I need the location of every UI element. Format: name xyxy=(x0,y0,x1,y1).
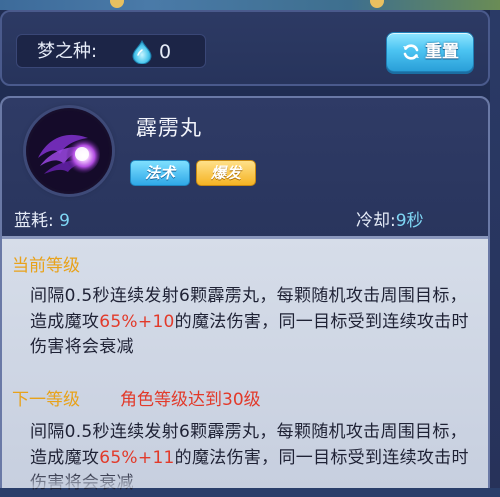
skill-name: 霹雳丸 xyxy=(136,116,202,140)
desc-percent: 65% xyxy=(99,447,138,468)
tag-spell: 法术 xyxy=(130,160,190,186)
cooldown-label: 冷却: xyxy=(356,211,396,231)
mana-cost: 蓝耗: 9 xyxy=(14,208,70,234)
current-level-title: 当前等级 xyxy=(12,256,80,276)
desc-plus: + xyxy=(137,447,153,468)
header-panel: 梦之种: 0 重置 xyxy=(0,10,490,86)
dream-seed-counter: 梦之种: 0 xyxy=(16,34,206,68)
skill-icon[interactable] xyxy=(26,108,112,194)
reset-button[interactable]: 重置 xyxy=(386,32,474,72)
next-level-requirement: 角色等级达到30级 xyxy=(120,390,261,410)
right-edge xyxy=(490,10,500,488)
cooldown-value: 9秒 xyxy=(395,211,424,231)
section-divider xyxy=(2,236,488,239)
dream-seed-value: 0 xyxy=(159,41,172,63)
purple-flame-orb-icon xyxy=(29,111,109,191)
mana-cost-value: 9 xyxy=(59,211,70,231)
cooldown: 冷却:9秒 xyxy=(356,208,424,234)
reset-label: 重置 xyxy=(425,42,459,62)
desc-flat-bonus: 10 xyxy=(152,311,175,332)
scroll-fade xyxy=(2,472,488,488)
desc-plus: + xyxy=(137,311,153,332)
tag-burst: 爆发 xyxy=(196,160,256,186)
desc-flat-bonus: 11 xyxy=(152,447,175,468)
refresh-icon xyxy=(403,44,419,60)
water-drop-icon xyxy=(132,40,152,64)
dream-seed-label: 梦之种: xyxy=(37,41,98,62)
next-level-title: 下一等级 xyxy=(12,390,80,410)
current-level-description: 间隔0.5秒连续发射6颗霹雳丸，每颗随机攻击周围目标，造成魔攻65%+10的魔法… xyxy=(30,284,470,361)
mana-cost-label: 蓝耗: xyxy=(14,211,54,231)
desc-percent: 65% xyxy=(99,311,138,332)
top-border-strip xyxy=(0,0,500,10)
